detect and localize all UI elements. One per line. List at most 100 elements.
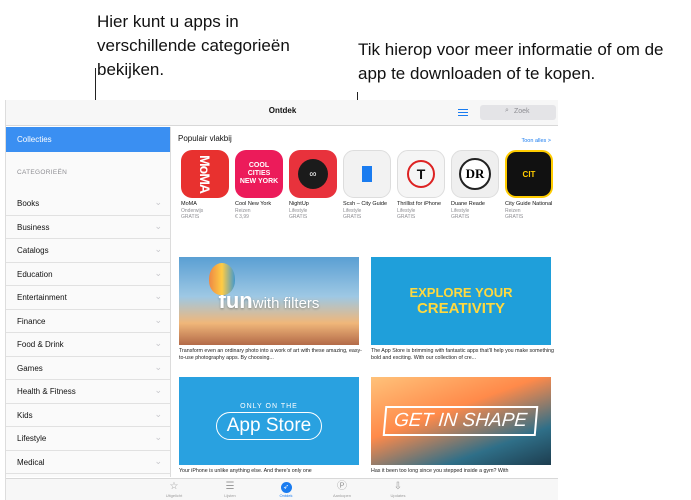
banner-description: Your iPhone is unlike anything else. And… <box>179 468 312 474</box>
banner-explore-creativity[interactable]: EXPLORE YOUR CREATIVITY <box>371 257 551 345</box>
tab-label: Lijsten <box>224 493 236 498</box>
sidebar-item-books[interactable]: Books ⌄ <box>6 192 170 216</box>
tab-bar: ☆ Uitgelicht ☰ Lijsten ➶ Ontdek Ⓟ Aankop… <box>6 478 558 500</box>
chevron-down-icon: ⌄ <box>154 244 162 254</box>
banner-title: GET IN SHAPE <box>383 406 539 436</box>
annotation-app-info: Tik hierop voor meer informatie of om de… <box>358 40 664 83</box>
chevron-down-icon: ⌄ <box>154 197 162 207</box>
ipad-screen: Ontdek ⌕ Zoek Collecties CATEGORIEËN Boo… <box>5 100 558 500</box>
search-input[interactable]: ⌕ Zoek <box>480 105 556 120</box>
nightup-app-icon: ∞ <box>289 150 337 198</box>
sidebar-item-label: Entertainment <box>17 293 67 302</box>
duane-reade-app-icon: DR <box>451 150 499 198</box>
app-price: € 3,99 <box>235 213 249 220</box>
sidebar-item-kids[interactable]: Kids ⌄ <box>6 404 170 427</box>
thrillist-app-icon: T <box>397 150 445 198</box>
chevron-down-icon: ⌄ <box>154 361 162 372</box>
moma-app-icon: MoMA <box>181 150 229 198</box>
app-name: City Guide National <box>505 201 553 207</box>
banner-subtitle: CREATIVITY <box>416 300 506 317</box>
star-icon: ☆ <box>169 481 179 492</box>
national-geographic-app-icon: CIT <box>505 150 553 198</box>
chevron-down-icon: ⌄ <box>154 385 162 395</box>
chevron-down-icon: ⌄ <box>154 267 162 278</box>
purchased-icon: Ⓟ <box>337 481 347 492</box>
sidebar-item-games[interactable]: Games ⌄ <box>6 357 170 380</box>
sidebar-item-lifestyle[interactable]: Lifestyle ⌄ <box>6 427 170 451</box>
tab-top-charts[interactable]: ☰ Lijsten <box>210 481 250 498</box>
search-placeholder: Zoek <box>514 108 530 115</box>
section-title: Populair vlakbij <box>178 134 232 143</box>
page-title: Ontdek <box>268 106 297 115</box>
see-all-link[interactable]: Toon alles > <box>521 138 551 144</box>
tab-label: Updates <box>390 493 406 498</box>
sidebar-item-catalogs[interactable]: Catalogs ⌄ <box>6 239 170 263</box>
tab-updates[interactable]: ⇩ Updates <box>378 481 418 498</box>
sidebar-item-health-fitness[interactable]: Health & Fitness ⌄ <box>6 380 170 404</box>
chevron-down-icon: ⌄ <box>154 432 162 442</box>
app-tile-thrillist[interactable]: T Thrillist for iPhone Lifestyle GRATIS <box>397 150 445 220</box>
balloon-image <box>209 263 235 295</box>
sidebar-item-food-drink[interactable]: Food & Drink ⌄ <box>6 333 170 357</box>
app-price: GRATIS <box>181 213 200 220</box>
category-list: Books ⌄ Business ⌄ Catalogs ⌄ Education ⌄ Entert… <box>6 192 170 498</box>
chevron-down-icon: ⌄ <box>154 220 162 231</box>
sidebar-item-business[interactable]: Business ⌄ <box>6 216 170 239</box>
banner-subtitle: ONLY ON THE <box>240 402 298 410</box>
chevron-down-icon: ⌄ <box>154 291 162 301</box>
app-name: Thrillist for iPhone <box>397 201 442 207</box>
sidebar-item-finance[interactable]: Finance ⌄ <box>6 310 170 333</box>
chevron-down-icon: ⌄ <box>154 314 162 325</box>
tab-label: Uitgelicht <box>165 493 183 498</box>
banner-subtitle: with filters <box>252 295 320 312</box>
app-price: GRATIS <box>289 213 308 220</box>
app-tile-cool-new-york[interactable]: COOL CITIES NEW YORK Cool New York Reize… <box>235 150 283 220</box>
app-tile-nightup[interactable]: ∞ NightUp Lifestyle GRATIS <box>289 150 337 220</box>
banner-title: App Store <box>215 411 323 440</box>
sidebar-item-label: Health & Fitness <box>17 387 76 396</box>
banner-description: Transform even an ordinary photo into a … <box>179 348 362 361</box>
list-icon[interactable] <box>458 109 468 117</box>
sidebar-item-label: Kids <box>17 410 33 420</box>
sidebar-item-entertainment[interactable]: Entertainment ⌄ <box>6 286 170 310</box>
tab-explore[interactable]: ➶ Ontdek <box>266 481 306 498</box>
sidebar-item-label: Games <box>17 363 43 373</box>
sidebar-item-collections[interactable]: Collecties <box>6 127 170 152</box>
nav-bar: Ontdek ⌕ Zoek <box>6 100 558 126</box>
updates-icon: ⇩ <box>393 481 403 492</box>
app-price: GRATIS <box>505 213 524 220</box>
banner-title: EXPLORE YOUR <box>409 285 513 300</box>
annotation-categories: Hier kunt u apps in verschillende catego… <box>97 12 290 79</box>
tab-featured[interactable]: ☆ Uitgelicht <box>154 481 194 498</box>
app-tile-scsh[interactable]: Scsh – City Guide Lifestyle GRATIS <box>343 150 391 220</box>
sidebar-item-label: Medical <box>17 457 45 467</box>
top-charts-icon: ☰ <box>225 481 235 492</box>
tab-purchased[interactable]: Ⓟ Aankopen <box>322 481 362 498</box>
banner-description: Has it been too long since you stepped i… <box>371 468 509 474</box>
app-price: GRATIS <box>343 213 362 220</box>
tab-label: Ontdek <box>279 493 293 498</box>
sidebar-item-label: Catalogs <box>17 246 49 255</box>
banner-fun-with-filters[interactable]: funwith filters <box>179 257 359 345</box>
banner-only-on-app-store[interactable]: ONLY ON THE App Store <box>179 377 359 465</box>
compass-icon: ➶ <box>266 481 306 493</box>
search-icon: ⌕ <box>505 107 509 114</box>
sidebar-item-label: Education <box>17 269 53 279</box>
app-price: GRATIS <box>451 213 470 220</box>
categories-header: CATEGORIEËN <box>17 169 68 176</box>
app-tile-moma[interactable]: MoMA MoMA Onderwijs GRATIS <box>181 150 229 220</box>
bookmark-app-icon <box>343 150 391 198</box>
sidebar-item-education[interactable]: Education ⌄ <box>6 263 170 286</box>
sidebar-item-label: Books <box>17 199 40 208</box>
app-tile-duane-reade[interactable]: DR Duane Reade Lifestyle GRATIS <box>451 150 499 220</box>
sidebar-item-label: Food & Drink <box>17 340 64 349</box>
app-price: GRATIS <box>397 213 416 220</box>
main-content: Populair vlakbij Toon alles > MoMA MoMA … <box>172 127 558 477</box>
sidebar-item-label: Lifestyle <box>17 434 47 443</box>
app-tile-city-guide[interactable]: CIT City Guide National Reizen GRATIS <box>505 150 553 220</box>
sidebar-item-medical[interactable]: Medical ⌄ <box>6 451 170 474</box>
tab-label: Aankopen <box>332 493 351 498</box>
sidebar-item-label: Business <box>17 222 50 232</box>
cool-cities-app-icon: COOL CITIES NEW YORK <box>235 150 283 198</box>
banner-get-in-shape[interactable]: GET IN SHAPE <box>371 377 551 465</box>
